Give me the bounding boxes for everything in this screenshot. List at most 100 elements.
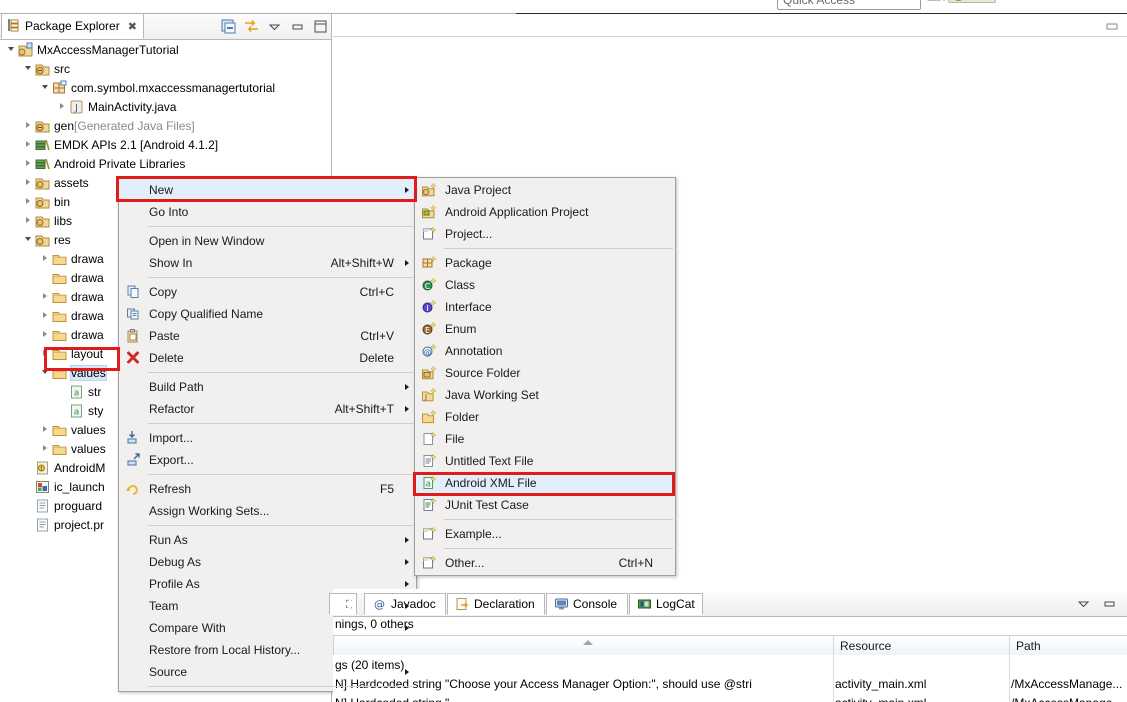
menu-item-example[interactable]: Example... [415,523,675,545]
table-row[interactable]: gs (20 items) [333,655,1127,674]
problems-column-header[interactable]: ResourcePath [333,635,1127,657]
table-row[interactable]: N] Hardcoded string "Choose your Access … [333,674,1127,693]
tab-console[interactable]: Console [546,593,628,615]
view-menu-icon[interactable] [1076,596,1093,613]
menu-item-source-folder[interactable]: Source Folder [415,362,675,384]
menu-item-open-in-new-window[interactable]: Open in New Window [119,230,416,252]
menu-item-enum[interactable]: EEnum [415,318,675,340]
menu-item-label: Package [445,256,492,270]
perspective-java[interactable]: Java [948,0,996,3]
table-row[interactable]: N] Hardcoded string "...activity_main.xm… [333,693,1127,702]
perspective-ddms[interactable]: DDMS [1000,0,1056,1]
tree-item-gen[interactable]: gen [Generated Java Files] [0,116,331,135]
editor-minimize-icon[interactable] [1106,20,1119,29]
menu-item-run-as[interactable]: Run As [119,529,416,551]
view-menu-icon[interactable] [266,18,283,35]
menu-item-new[interactable]: New [119,179,416,201]
chevron-down-icon[interactable] [23,59,34,78]
problems-table-body[interactable]: gs (20 items)N] Hardcoded string "Choose… [333,655,1127,702]
chevron-right-icon[interactable] [57,97,68,116]
menu-item-go-into[interactable]: Go Into [119,201,416,223]
menu-item-copy[interactable]: CopyCtrl+C [119,281,416,303]
new-submenu[interactable]: Java ProjectAndroid Application ProjectP… [414,177,676,576]
menu-item-folder[interactable]: Folder [415,406,675,428]
tree-item-src[interactable]: src [0,59,331,78]
menu-item-untitled-text-file[interactable]: Untitled Text File [415,450,675,472]
link-with-editor-icon[interactable] [243,18,260,35]
menu-item-interface[interactable]: IInterface [415,296,675,318]
menu-item-export[interactable]: Export... [119,449,416,471]
menu-item-assign-working-sets[interactable]: Assign Working Sets... [119,500,416,522]
menu-item-project[interactable]: Project... [415,223,675,245]
maximize-icon[interactable] [312,18,329,35]
column-header-resource[interactable]: Resource [833,636,1009,655]
chevron-right-icon[interactable] [40,325,51,344]
menu-item-delete[interactable]: DeleteDelete [119,347,416,369]
tree-item-label: proguard [54,499,102,513]
chevron-down-icon[interactable] [40,78,51,97]
tree-item-mxaccessmanagertutorial[interactable]: MxAccessManagerTutorial [0,40,331,59]
menu-item-import[interactable]: Import... [119,427,416,449]
collapse-all-icon[interactable] [220,18,237,35]
chevron-right-icon[interactable] [23,173,34,192]
submenu-arrow-icon [405,406,409,412]
menu-item-java-project[interactable]: Java Project [415,179,675,201]
quick-access-input[interactable]: Quick Access [777,0,921,10]
menu-item-class[interactable]: CClass [415,274,675,296]
menu-item-android-application-project[interactable]: Android Application Project [415,201,675,223]
menu-item-android-xml-file[interactable]: aAndroid XML File [415,472,675,494]
menu-item-refactor[interactable]: RefactorAlt+Shift+T [119,398,416,420]
menu-item-label: New [149,183,173,197]
menu-item-annotation[interactable]: @Annotation [415,340,675,362]
perspective-open-icon[interactable] [926,0,948,3]
menu-item-profile-as[interactable]: Profile As [119,573,416,595]
context-menu[interactable]: New Go Into Open in New WindowShow InAlt+S… [118,177,417,692]
menu-item-package[interactable]: Package [415,252,675,274]
chevron-right-icon[interactable] [40,287,51,306]
chevron-right-icon[interactable] [23,192,34,211]
package-explorer-tab-row: Package Explorer ✖ [0,14,332,40]
menu-item-other[interactable]: Other...Ctrl+N [415,552,675,574]
close-icon[interactable]: ✖ [128,20,137,33]
image-file-icon [34,479,51,495]
menu-item-restore-from-local-history[interactable]: Restore from Local History... [119,639,416,661]
chevron-right-icon[interactable] [40,420,51,439]
chevron-right-icon[interactable] [40,439,51,458]
menu-item-copy-qualified-name[interactable]: Copy Qualified Name [119,303,416,325]
tree-item-emdk-apis-2-1-android-4-1-2[interactable]: EMDK APIs 2.1 [Android 4.1.2] [0,135,331,154]
chevron-down-icon[interactable] [6,40,17,59]
chevron-right-icon[interactable] [40,306,51,325]
tree-item-mainactivity-java[interactable]: JMainActivity.java [0,97,331,116]
chevron-right-icon[interactable] [40,249,51,268]
menu-item-refresh[interactable]: RefreshF5 [119,478,416,500]
tab-logcat[interactable]: LogCat [629,593,703,615]
menu-item-file[interactable]: File [415,428,675,450]
chevron-right-icon[interactable] [23,116,34,135]
tab-package-explorer[interactable]: Package Explorer ✖ [1,14,144,39]
chevron-right-icon[interactable] [40,344,51,363]
menu-item-show-in[interactable]: Show InAlt+Shift+W [119,252,416,274]
menu-item-paste[interactable]: PasteCtrl+V [119,325,416,347]
menu-item-junit-test-case[interactable]: JUnit Test Case [415,494,675,516]
console-icon [554,597,569,611]
chevron-right-icon[interactable] [23,154,34,173]
menu-item-source[interactable]: Source [119,661,416,683]
menu-item-compare-with[interactable]: Compare With [119,617,416,639]
perspective-debug[interactable]: Debu [1059,0,1109,1]
minimize-icon[interactable] [289,18,306,35]
column-header-path[interactable]: Path [1009,636,1127,655]
chevron-down-icon[interactable] [40,363,51,382]
chevron-right-icon[interactable] [23,135,34,154]
perspective-switcher[interactable]: Java DDMS Debu [948,0,1109,3]
tree-item-android-private-libraries[interactable]: Android Private Libraries [0,154,331,173]
menu-item-build-path[interactable]: Build Path [119,376,416,398]
menu-item-debug-as[interactable]: Debug As [119,551,416,573]
source-folder-icon [34,118,51,134]
tab-declaration[interactable]: Declaration [447,593,545,615]
chevron-down-icon[interactable] [23,230,34,249]
tree-item-com-symbol-mxaccessmanagertutorial[interactable]: com.symbol.mxaccessmanagertutorial [0,78,331,97]
minimize-icon[interactable] [1102,596,1119,613]
chevron-right-icon[interactable] [23,211,34,230]
menu-item-java-working-set[interactable]: JJava Working Set [415,384,675,406]
menu-item-team[interactable]: Team [119,595,416,617]
